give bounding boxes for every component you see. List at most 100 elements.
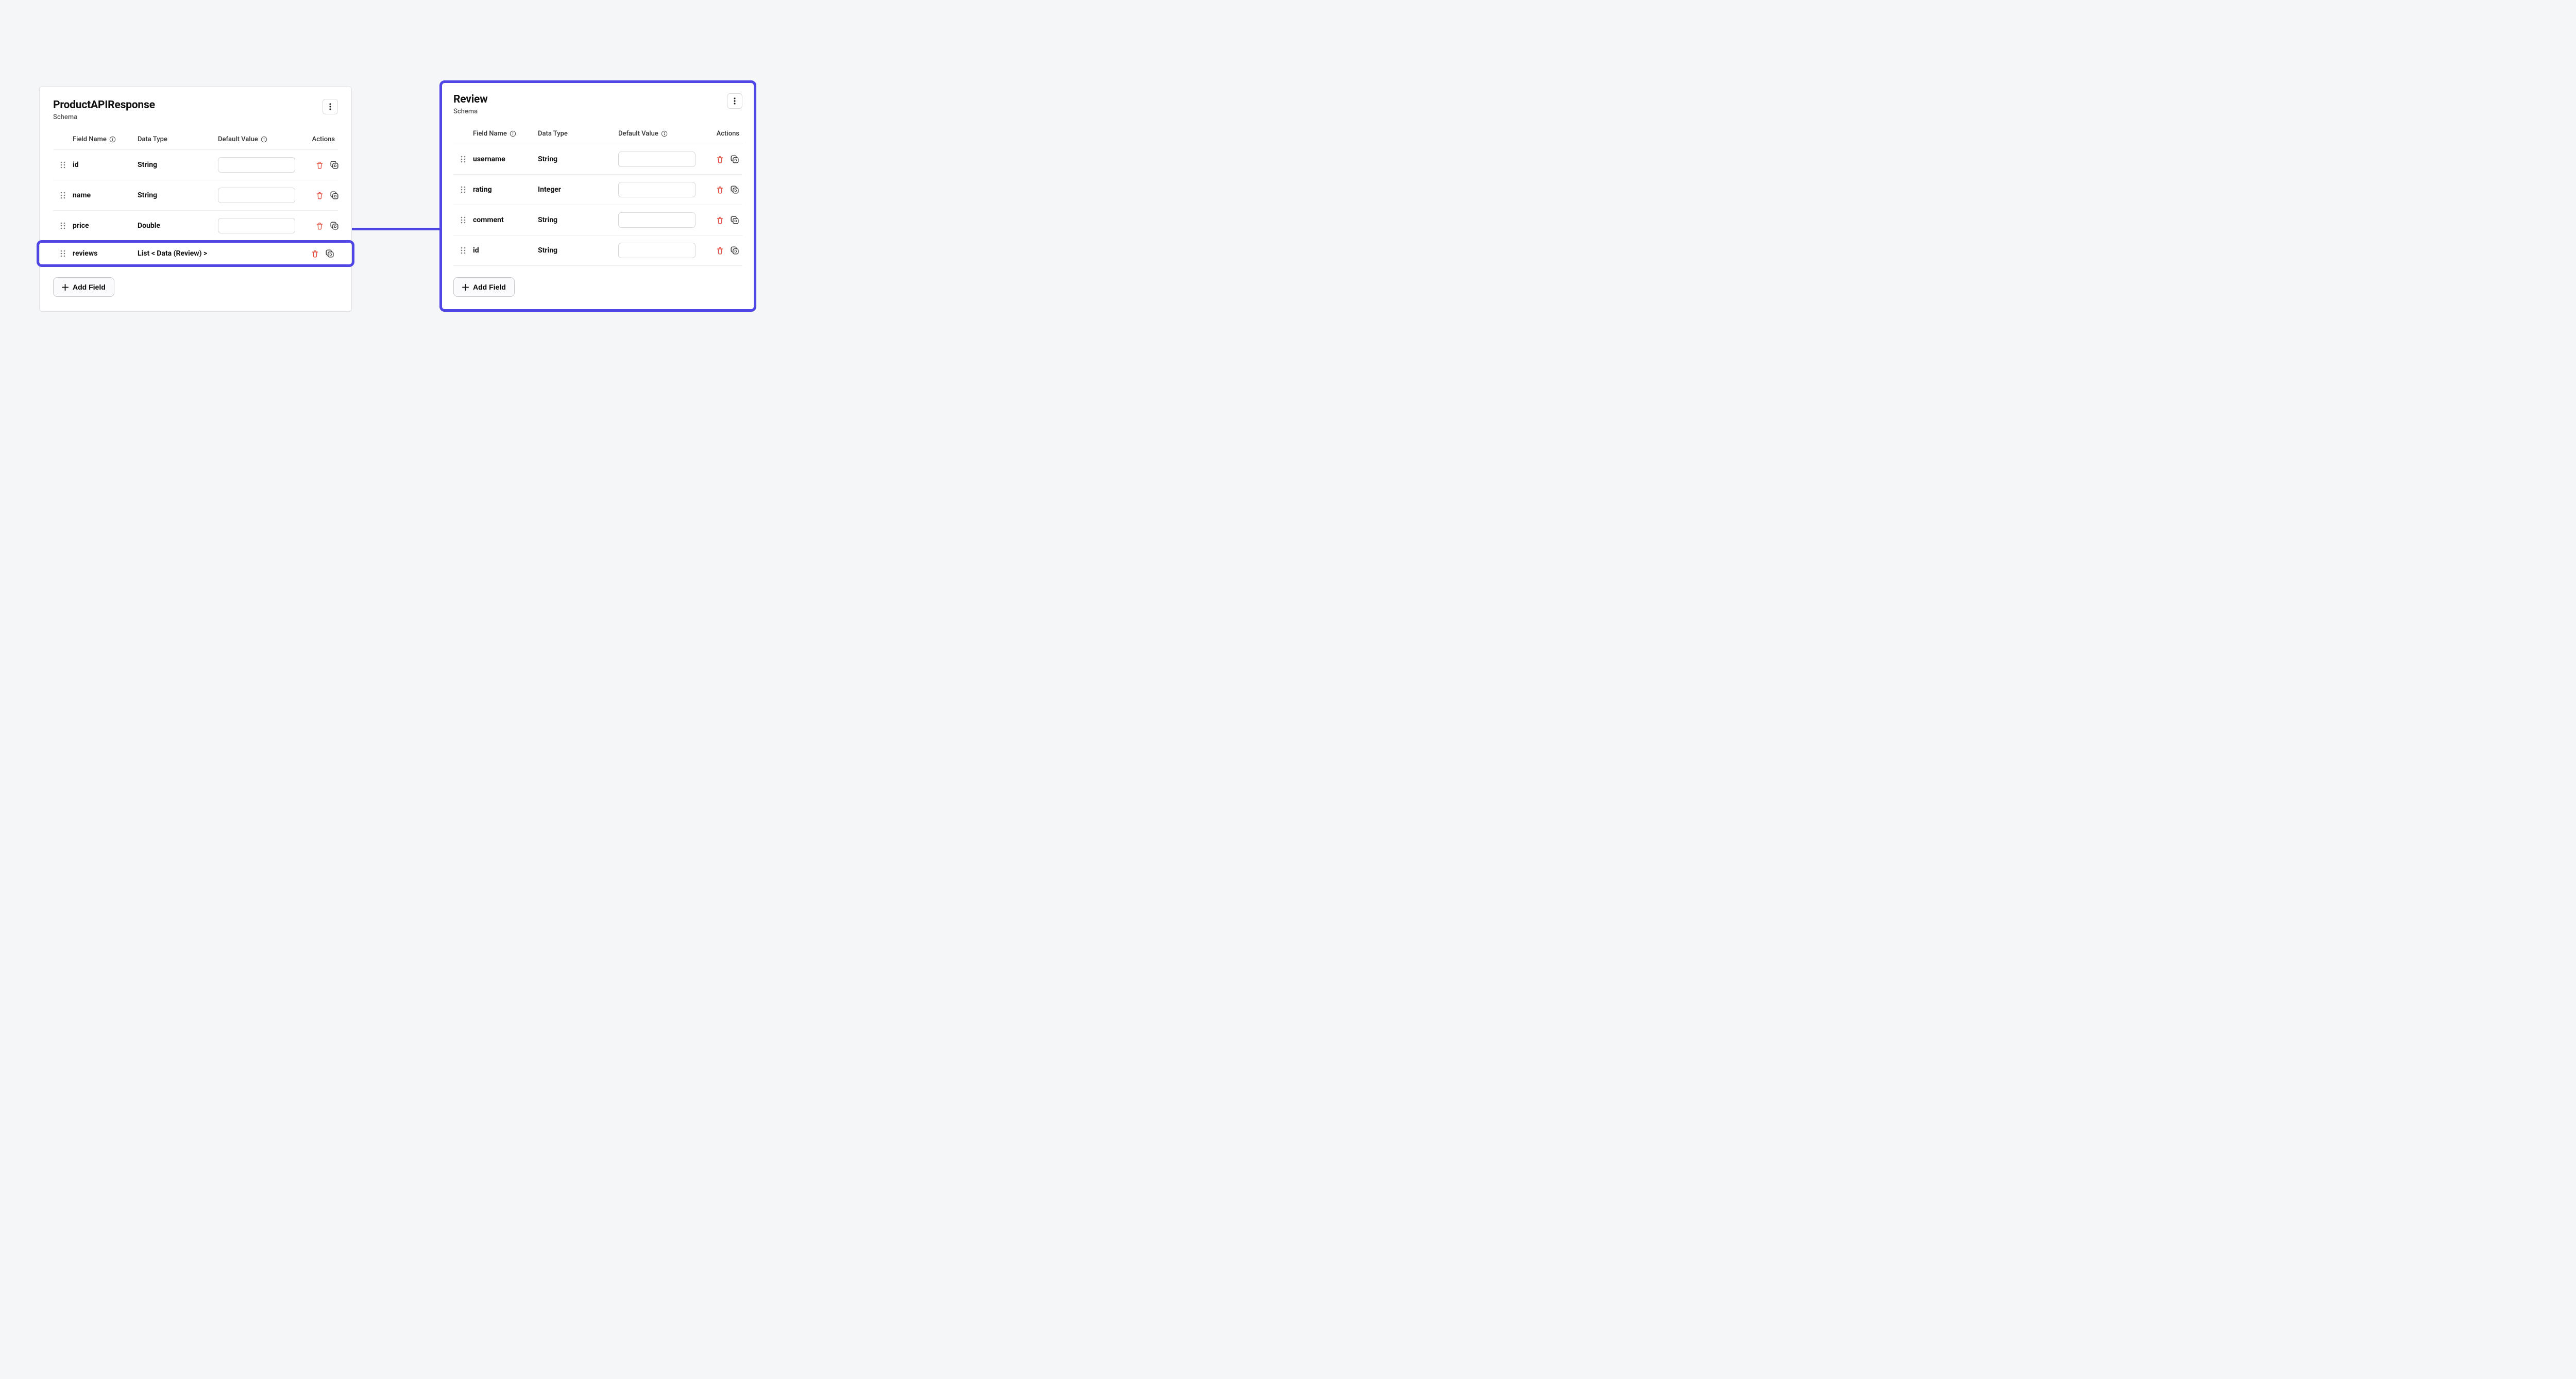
add-field-button[interactable]: Add Field bbox=[53, 277, 114, 297]
svg-text:D: D bbox=[734, 159, 737, 162]
info-icon[interactable] bbox=[109, 136, 116, 143]
duplicate-icon[interactable]: D bbox=[329, 160, 340, 170]
connector-line bbox=[351, 228, 440, 230]
col-field: Field Name bbox=[73, 136, 134, 143]
table-header: Field Name Data Type Default Value Actio… bbox=[53, 130, 338, 150]
default-cell bbox=[218, 218, 295, 233]
duplicate-icon[interactable]: D bbox=[730, 245, 740, 256]
trash-icon[interactable] bbox=[716, 216, 724, 225]
field-name: rating bbox=[473, 186, 535, 194]
table-row: reviews List < Data (Review) > D bbox=[53, 241, 338, 266]
col-actions: Actions bbox=[294, 136, 335, 143]
svg-text:D: D bbox=[329, 253, 332, 257]
svg-text:D: D bbox=[734, 220, 737, 223]
field-type: String bbox=[138, 191, 215, 199]
duplicate-icon[interactable]: D bbox=[329, 221, 340, 231]
plus-icon bbox=[62, 284, 69, 291]
field-type: String bbox=[138, 161, 215, 169]
info-icon[interactable] bbox=[661, 130, 668, 137]
duplicate-icon[interactable]: D bbox=[730, 154, 740, 164]
table-row: nameStringD bbox=[53, 180, 338, 211]
field-type: String bbox=[538, 246, 615, 255]
field-type: String bbox=[538, 155, 615, 163]
default-value-input[interactable] bbox=[618, 243, 696, 258]
svg-text:D: D bbox=[334, 225, 336, 229]
field-name: reviews bbox=[73, 249, 134, 258]
default-value-input[interactable] bbox=[618, 152, 696, 167]
default-value-input[interactable] bbox=[218, 188, 295, 203]
schema-card-product: ProductAPIResponse Schema Field Name Dat… bbox=[39, 86, 352, 312]
default-cell bbox=[218, 188, 295, 203]
schema-card-review: Review Schema Field Name Data Type Defau… bbox=[439, 80, 756, 312]
add-field-label: Add Field bbox=[73, 283, 106, 291]
trash-icon[interactable] bbox=[315, 191, 324, 200]
field-type: List < Data (Review) > bbox=[138, 249, 215, 258]
default-cell bbox=[618, 182, 696, 197]
default-value-input[interactable] bbox=[218, 218, 295, 233]
drag-handle-icon[interactable] bbox=[56, 250, 70, 257]
trash-icon[interactable] bbox=[716, 155, 724, 164]
svg-text:D: D bbox=[734, 189, 737, 193]
field-name: id bbox=[73, 161, 134, 169]
col-default: Default Value bbox=[218, 136, 291, 143]
duplicate-icon[interactable]: D bbox=[730, 184, 740, 195]
default-cell bbox=[218, 157, 295, 173]
field-type: Integer bbox=[538, 186, 615, 194]
row-actions: D bbox=[699, 245, 740, 256]
row-actions: D bbox=[294, 248, 335, 259]
kebab-icon bbox=[734, 97, 736, 105]
field-name: price bbox=[73, 222, 134, 230]
col-type: Data Type bbox=[538, 130, 615, 138]
trash-icon[interactable] bbox=[311, 249, 319, 258]
highlighted-row: reviews List < Data (Review) > D bbox=[40, 241, 351, 266]
table-row: id String D bbox=[53, 150, 338, 180]
col-default: Default Value bbox=[618, 130, 695, 138]
card-title: ProductAPIResponse bbox=[53, 99, 155, 111]
trash-icon[interactable] bbox=[716, 186, 724, 194]
drag-handle-icon[interactable] bbox=[456, 186, 470, 193]
add-field-button[interactable]: Add Field bbox=[453, 277, 515, 297]
drag-handle-icon[interactable] bbox=[456, 216, 470, 224]
drag-handle-icon[interactable] bbox=[56, 192, 70, 199]
svg-text:D: D bbox=[334, 195, 336, 198]
default-value-input[interactable] bbox=[618, 182, 696, 197]
info-icon[interactable] bbox=[261, 136, 267, 143]
table-header: Field Name Data Type Default Value Actio… bbox=[453, 125, 742, 144]
more-button[interactable] bbox=[323, 99, 338, 114]
col-actions: Actions bbox=[698, 130, 739, 138]
more-button[interactable] bbox=[727, 93, 742, 109]
trash-icon[interactable] bbox=[315, 222, 324, 230]
drag-handle-icon[interactable] bbox=[456, 156, 470, 163]
col-type: Data Type bbox=[138, 136, 215, 143]
drag-handle-icon[interactable] bbox=[56, 222, 70, 229]
field-name: username bbox=[473, 155, 535, 163]
table-row: usernameString D bbox=[453, 144, 742, 175]
fields-table: Field Name Data Type Default Value Actio… bbox=[453, 125, 742, 266]
kebab-icon bbox=[329, 103, 331, 110]
row-actions: D bbox=[699, 184, 740, 195]
duplicate-icon[interactable]: D bbox=[329, 190, 340, 200]
plus-icon bbox=[462, 284, 469, 291]
duplicate-icon[interactable]: D bbox=[730, 215, 740, 225]
info-icon[interactable] bbox=[510, 130, 516, 137]
duplicate-icon[interactable]: D bbox=[325, 248, 335, 259]
default-value-input[interactable] bbox=[618, 212, 696, 228]
svg-text:D: D bbox=[734, 250, 737, 254]
default-cell bbox=[618, 243, 696, 258]
card-title: Review bbox=[453, 93, 487, 106]
default-value-input[interactable] bbox=[218, 157, 295, 173]
trash-icon[interactable] bbox=[315, 161, 324, 170]
fields-table: Field Name Data Type Default Value Actio… bbox=[53, 130, 338, 266]
drag-handle-icon[interactable] bbox=[456, 247, 470, 254]
field-type: Double bbox=[138, 222, 215, 230]
row-actions: D bbox=[298, 190, 340, 200]
trash-icon[interactable] bbox=[716, 246, 724, 255]
field-name: comment bbox=[473, 216, 535, 224]
add-field-label: Add Field bbox=[473, 283, 506, 291]
drag-handle-icon[interactable] bbox=[56, 161, 70, 169]
row-actions: D bbox=[298, 160, 340, 170]
field-name: id bbox=[473, 246, 535, 255]
field-type: String bbox=[538, 216, 615, 224]
row-actions: D bbox=[699, 154, 740, 164]
table-row: price Double D bbox=[53, 211, 338, 241]
